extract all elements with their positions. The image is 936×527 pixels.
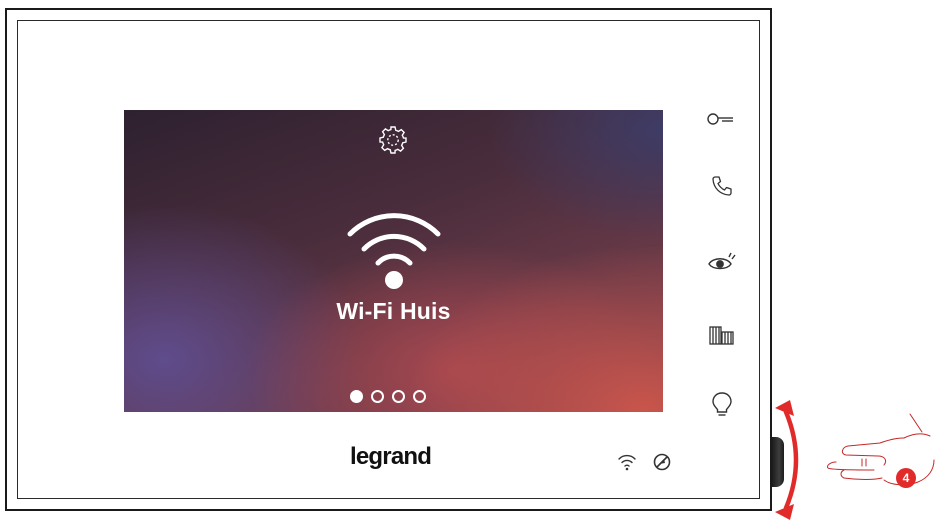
call-button[interactable]	[704, 171, 740, 201]
gate-icon	[709, 326, 734, 345]
page-dot[interactable]	[392, 390, 405, 403]
display-screen[interactable]: Wi-Fi Huis	[124, 110, 663, 412]
page-dot[interactable]	[413, 390, 426, 403]
light-button[interactable]	[704, 390, 740, 420]
page-dot[interactable]	[371, 390, 384, 403]
hand-gesture-icon	[827, 413, 935, 486]
settings-gear-icon[interactable]	[378, 125, 408, 155]
brand-logo: legrand	[350, 443, 432, 470]
do-not-disturb-icon	[653, 453, 671, 471]
page-dot-active[interactable]	[350, 390, 363, 403]
page-indicator	[350, 390, 426, 404]
wifi-status-icon	[618, 454, 636, 471]
network-name: Wi-Fi Huis	[336, 298, 451, 324]
phone-icon	[712, 176, 732, 196]
key-icon	[707, 113, 733, 125]
gate-button[interactable]	[704, 320, 740, 350]
step-badge: 4	[896, 468, 916, 488]
eye-icon	[708, 252, 736, 270]
door-lock-button[interactable]	[704, 104, 740, 134]
wifi-icon	[347, 213, 441, 289]
camera-view-button[interactable]	[704, 247, 740, 277]
bulb-icon	[712, 392, 732, 416]
